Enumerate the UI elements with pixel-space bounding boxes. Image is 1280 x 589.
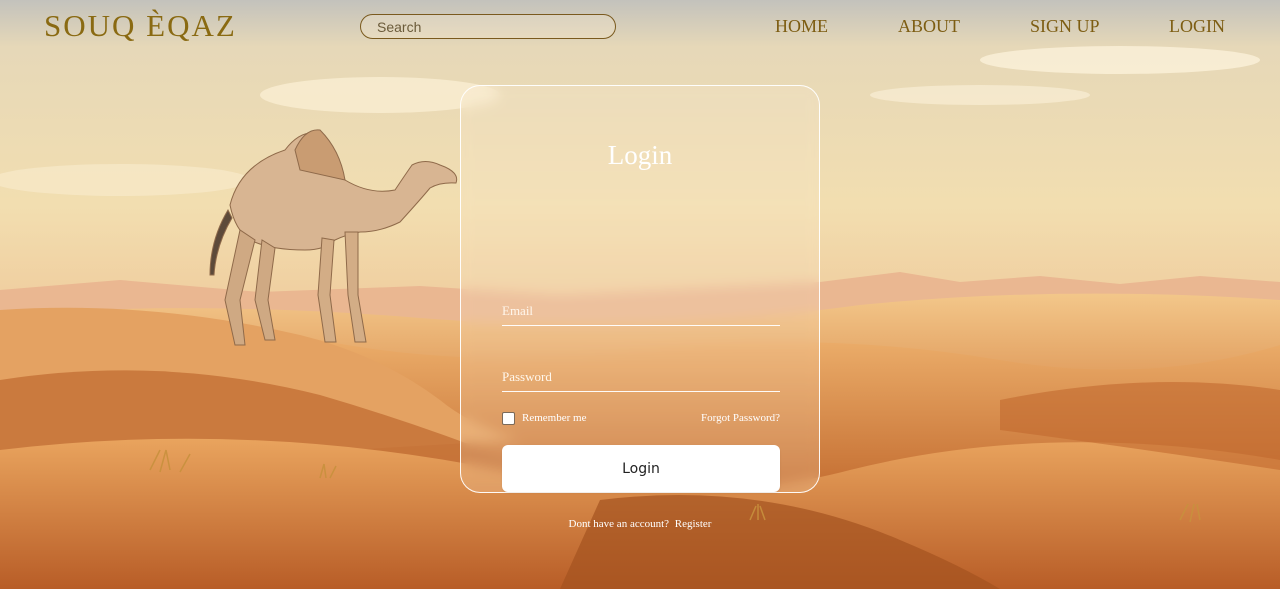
brand-logo[interactable]: SOUQ ÈQAZ [44, 8, 237, 44]
remember-me-checkbox[interactable] [502, 412, 515, 425]
top-navigation-bar: SOUQ ÈQAZ HOME ABOUT SIGN UP LOGIN [0, 0, 1280, 52]
forgot-password-link[interactable]: Forgot Password? [701, 412, 780, 424]
password-field-container [502, 362, 780, 392]
search-input[interactable] [361, 15, 615, 38]
email-field[interactable] [502, 296, 780, 325]
login-title: Login [607, 140, 673, 170]
login-card: Login Remember me Forgot Password? Login… [460, 85, 820, 530]
search-box[interactable] [360, 14, 616, 39]
password-field[interactable] [502, 362, 780, 391]
register-prompt-row: Dont have an account? Register [461, 518, 819, 530]
register-prompt-text: Dont have an account? [568, 518, 670, 530]
email-field-container [502, 296, 780, 326]
remember-me-label[interactable]: Remember me [522, 412, 586, 424]
nav-link-home[interactable]: HOME [775, 16, 828, 37]
remember-row: Remember me Forgot Password? [502, 411, 780, 427]
register-link[interactable]: Register [675, 518, 712, 530]
nav-link-about[interactable]: ABOUT [898, 16, 960, 37]
nav-link-login[interactable]: LOGIN [1169, 16, 1225, 37]
nav-link-sign-up[interactable]: SIGN UP [1030, 16, 1100, 37]
login-submit-button[interactable]: Login [502, 445, 780, 492]
